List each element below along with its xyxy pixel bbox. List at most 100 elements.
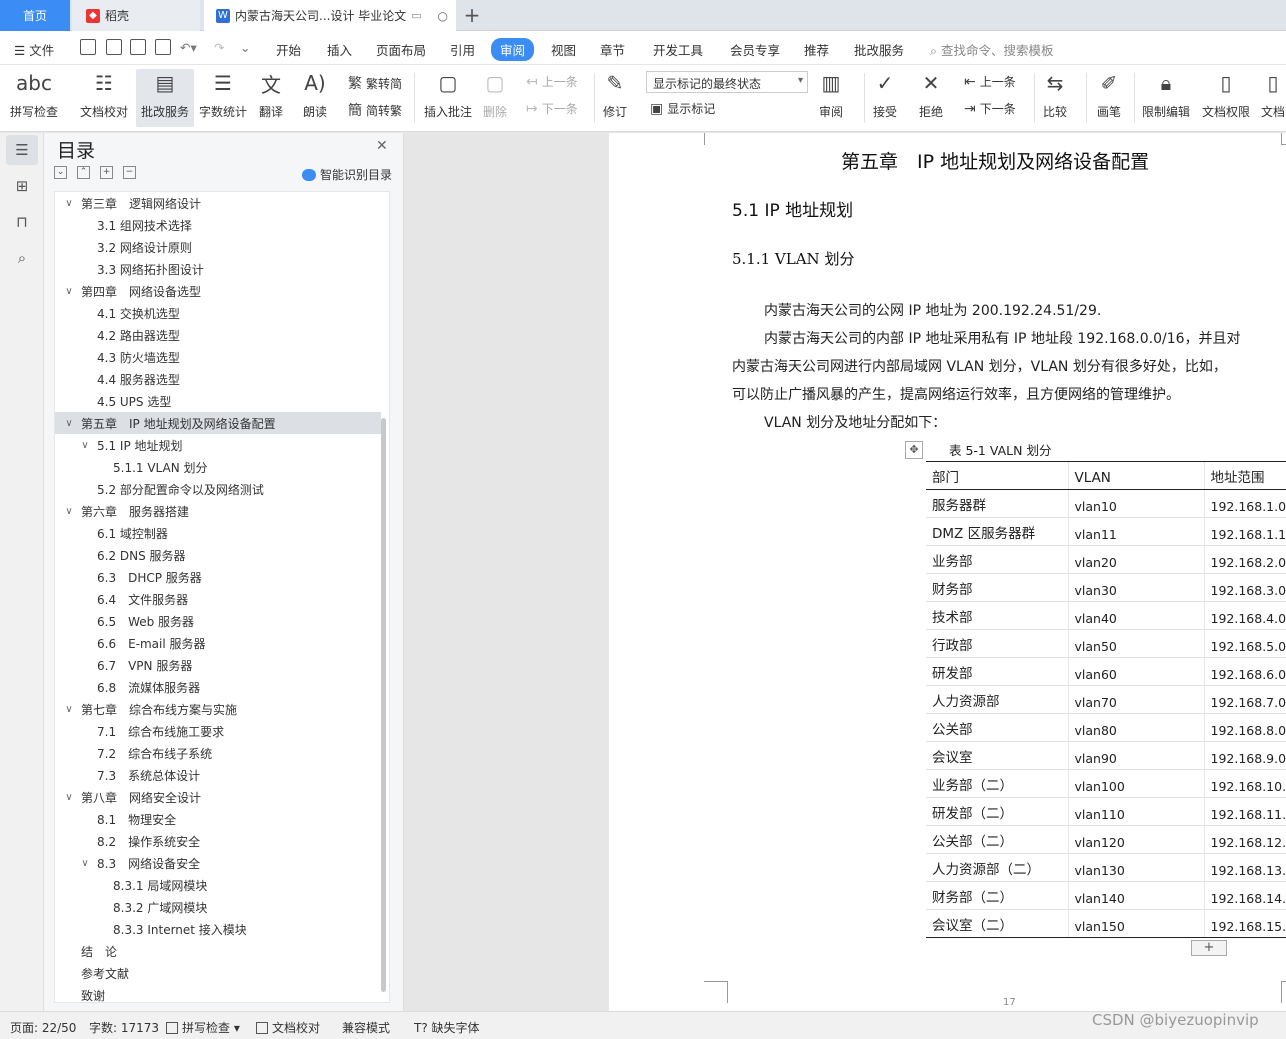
table-cell[interactable]: vlan20 bbox=[1067, 545, 1204, 574]
toc-item[interactable]: ∨ 第六章 服务器搭建 bbox=[55, 500, 381, 522]
toc-item[interactable]: ∨ 第五章 IP 地址规划及网络设备配置 bbox=[55, 412, 381, 434]
table-cell[interactable]: 192.168.1.128/25 bbox=[1203, 517, 1286, 546]
table-cell[interactable]: vlan11 bbox=[1067, 517, 1204, 546]
vlan-table[interactable]: 部门VLAN地址范围网关地址服务器群vlan10192.168.1.0/2519… bbox=[926, 461, 1286, 938]
menu-start[interactable]: 开始 bbox=[276, 40, 301, 59]
toc-item[interactable]: 4.3 防火墙选型 bbox=[55, 346, 381, 368]
table-cell[interactable]: vlan10 bbox=[1067, 489, 1204, 518]
undo-icon[interactable]: ↶▾ bbox=[180, 40, 197, 55]
doc-check-status[interactable]: 文档校对 bbox=[256, 1019, 320, 1036]
insert-comment-button[interactable]: ▢ 插入批注 bbox=[424, 69, 472, 127]
toc-item[interactable]: 结 论 bbox=[55, 940, 381, 962]
table-cell[interactable]: 公关部 bbox=[926, 713, 1068, 742]
print-preview-icon[interactable] bbox=[155, 39, 171, 55]
chevron-down-icon[interactable]: ∨ bbox=[79, 858, 91, 869]
table-cell[interactable]: vlan110 bbox=[1067, 797, 1204, 826]
table-cell[interactable]: vlan30 bbox=[1067, 573, 1204, 602]
new-tab-button[interactable]: + bbox=[460, 4, 484, 28]
chevron-down-icon[interactable]: ∨ bbox=[63, 286, 75, 297]
expand-up-icon[interactable]: ⌃ bbox=[77, 166, 90, 179]
toc-item[interactable]: 3.2 网络设计原则 bbox=[55, 236, 381, 258]
table-cell[interactable]: 192.168.11.0/24 bbox=[1203, 797, 1286, 826]
table-cell[interactable]: vlan130 bbox=[1067, 853, 1204, 882]
subsection-heading[interactable]: 5.1.1 VLAN 划分 bbox=[732, 248, 854, 269]
table-cell[interactable]: vlan80 bbox=[1067, 713, 1204, 742]
table-cell[interactable]: 192.168.6.0/24 bbox=[1203, 657, 1286, 686]
toc-scrollbar[interactable] bbox=[381, 418, 386, 992]
missing-font-status[interactable]: T? 缺失字体 bbox=[414, 1019, 480, 1036]
table-cell[interactable]: 会议室 bbox=[926, 741, 1068, 770]
table-header-cell[interactable]: VLAN bbox=[1067, 461, 1204, 490]
table-cell[interactable]: 192.168.5.0/24 bbox=[1203, 629, 1286, 658]
doc-more-button[interactable]: ▯ 文档 bbox=[1260, 69, 1286, 127]
toc-item[interactable]: 8.1 物理安全 bbox=[55, 808, 381, 830]
toc-item[interactable]: 4.4 服务器选型 bbox=[55, 368, 381, 390]
table-cell[interactable]: 192.168.12.0/24 bbox=[1203, 825, 1286, 854]
toc-item[interactable]: 5.1.1 VLAN 划分 bbox=[55, 456, 381, 478]
toc-item[interactable]: 8.3.3 Internet 接入模块 bbox=[55, 918, 381, 940]
add-heading-icon[interactable]: + bbox=[100, 166, 113, 179]
save-icon[interactable] bbox=[80, 39, 96, 55]
toc-item[interactable]: 5.2 部分配置命令以及网络测试 bbox=[55, 478, 381, 500]
reject-button[interactable]: ✕ 拒绝 bbox=[918, 69, 944, 127]
search-icon[interactable]: ⌕ bbox=[6, 243, 38, 273]
ai-toc-button[interactable]: 智能识别目录 bbox=[302, 166, 392, 183]
table-cell[interactable]: 服务器群 bbox=[926, 489, 1068, 518]
table-cell[interactable]: 192.168.15.0/24 bbox=[1203, 909, 1286, 938]
pen-button[interactable]: ✐ 画笔 bbox=[1096, 69, 1122, 127]
prev-comment-button[interactable]: ↤ 上一条 bbox=[526, 73, 578, 90]
table-header-cell[interactable]: 地址范围 bbox=[1203, 461, 1286, 490]
toc-item[interactable]: 参考文献 bbox=[55, 962, 381, 984]
toc-item[interactable]: 7.3 系统总体设计 bbox=[55, 764, 381, 786]
next-change-button[interactable]: ⇥ 下一条 bbox=[964, 100, 1016, 117]
toc-icon[interactable]: ☰ bbox=[6, 135, 38, 165]
chevron-down-icon[interactable]: ∨ bbox=[63, 418, 75, 429]
table-cell[interactable]: 财务部（二） bbox=[926, 881, 1068, 910]
table-caption[interactable]: 表 5-1 VALN 划分 bbox=[949, 440, 1051, 459]
doc-check-button[interactable]: ☷ 文档校对 bbox=[80, 69, 128, 127]
table-cell[interactable]: 192.168.8.0/24 bbox=[1203, 713, 1286, 742]
review-pane-button[interactable]: ▥ 审阅 bbox=[818, 69, 844, 127]
toc-item[interactable]: ∨ 5.1 IP 地址规划 bbox=[55, 434, 381, 456]
toc-item[interactable]: 6.7 VPN 服务器 bbox=[55, 654, 381, 676]
table-cell[interactable]: vlan40 bbox=[1067, 601, 1204, 630]
table-cell[interactable]: vlan140 bbox=[1067, 881, 1204, 910]
export-pdf-icon[interactable] bbox=[106, 39, 122, 55]
toc-item[interactable]: 3.3 网络拓扑图设计 bbox=[55, 258, 381, 280]
toc-item[interactable]: 6.2 DNS 服务器 bbox=[55, 544, 381, 566]
print-icon[interactable] bbox=[130, 39, 146, 55]
tab-docer[interactable]: ◆ 稻壳 bbox=[72, 0, 200, 31]
markup-state-select[interactable]: 显示标记的最终状态 bbox=[646, 71, 808, 93]
toc-item[interactable]: ∨ 第八章 网络安全设计 bbox=[55, 786, 381, 808]
word-count-button[interactable]: ☰ 字数统计 bbox=[199, 69, 247, 127]
toc-item[interactable]: 8.3.1 局域网模块 bbox=[55, 874, 381, 896]
toc-item[interactable]: ∨ 第三章 逻辑网络设计 bbox=[55, 192, 381, 214]
paragraph-private-ip-3[interactable]: 可以防止广播风暴的产生，提高网络运行效率，且方便网络的管理维护。 bbox=[732, 384, 1180, 404]
table-cell[interactable]: 192.168.4.0/24 bbox=[1203, 601, 1286, 630]
menu-insert[interactable]: 插入 bbox=[327, 40, 352, 59]
customize-qa-icon[interactable]: ⌄ bbox=[240, 40, 250, 55]
toc-item[interactable]: 3.1 组网技术选择 bbox=[55, 214, 381, 236]
close-icon[interactable]: ○ bbox=[438, 9, 448, 23]
close-icon[interactable]: ✕ bbox=[376, 138, 388, 154]
table-cell[interactable]: 公关部（二） bbox=[926, 825, 1068, 854]
toc-item[interactable]: 7.1 综合布线施工要求 bbox=[55, 720, 381, 742]
table-cell[interactable]: vlan50 bbox=[1067, 629, 1204, 658]
table-header-cell[interactable]: 部门 bbox=[926, 461, 1068, 490]
read-aloud-button[interactable]: A) 朗读 bbox=[302, 69, 328, 127]
table-cell[interactable]: 192.168.10.0/24 bbox=[1203, 769, 1286, 798]
spell-check-button[interactable]: abc 拼写检查 bbox=[10, 69, 58, 127]
table-cell[interactable]: 192.168.2.0/24 bbox=[1203, 545, 1286, 574]
toc-item[interactable]: 6.5 Web 服务器 bbox=[55, 610, 381, 632]
menu-references[interactable]: 引用 bbox=[450, 40, 475, 59]
chevron-down-icon[interactable]: ∨ bbox=[63, 198, 75, 209]
menu-page-layout[interactable]: 页面布局 bbox=[376, 40, 426, 59]
chevron-down-icon[interactable]: ∨ bbox=[63, 704, 75, 715]
table-cell[interactable]: 192.168.13.0/24 bbox=[1203, 853, 1286, 882]
toc-item[interactable]: 8.3.2 广域网模块 bbox=[55, 896, 381, 918]
toc-item[interactable]: 致谢 bbox=[55, 984, 381, 1003]
paragraph-private-ip-2[interactable]: 内蒙古海天公司网进行内部局域网 VLAN 划分，VLAN 划分有很多好处，比如， bbox=[732, 356, 1227, 376]
compat-mode-status[interactable]: 兼容模式 bbox=[342, 1019, 390, 1036]
add-row-button[interactable]: + bbox=[1191, 940, 1227, 956]
table-cell[interactable]: 财务部 bbox=[926, 573, 1068, 602]
